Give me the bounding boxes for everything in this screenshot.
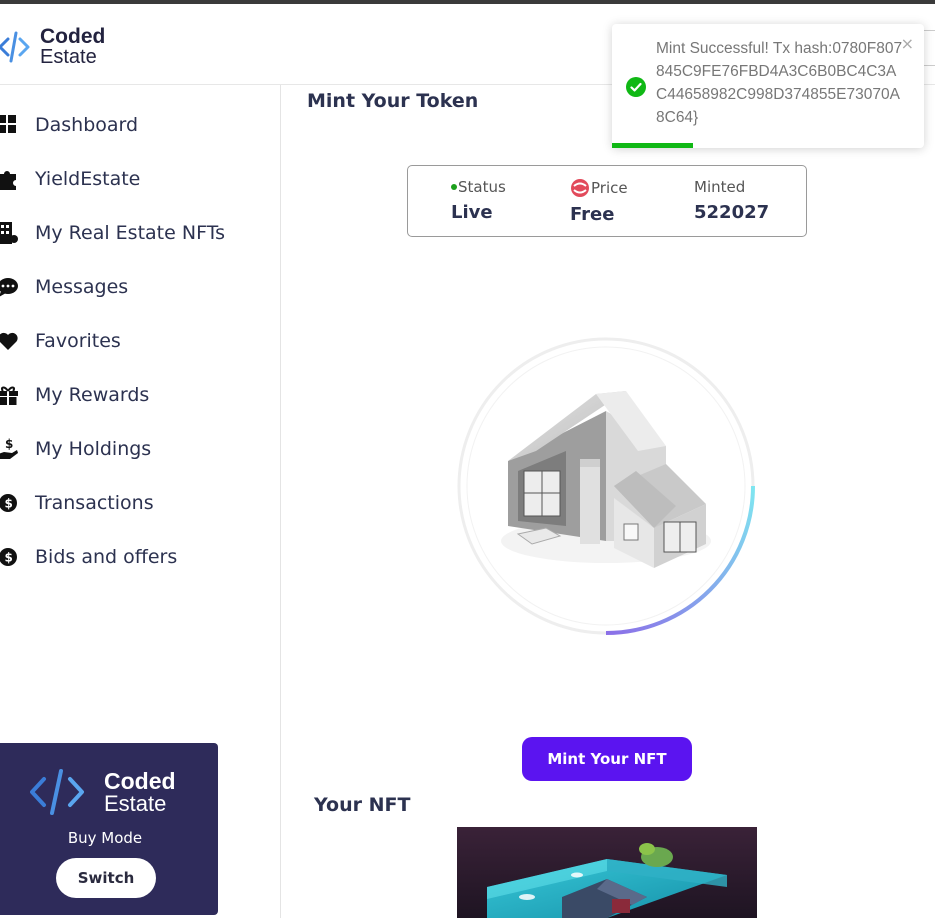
brand-logo[interactable]: Coded Estate [0,26,105,67]
dashboard-icon [0,113,18,137]
heart-icon [0,329,18,353]
price-stat: Price Free [570,178,628,225]
coin-icon: $ [0,491,18,515]
sidebar-item-label: My Rewards [35,384,150,406]
sidebar-item-yieldestate[interactable]: YieldEstate [0,159,140,199]
switch-mode-button[interactable]: Switch [56,858,156,898]
success-toast: Mint Successful! Tx hash:0780F807845C9FE… [612,24,924,148]
minted-value: 522027 [694,202,770,223]
mode-brand-line2: Estate [104,790,167,816]
sidebar-item-label: Transactions [35,492,154,514]
mint-stats-panel: Status Live Price Free Minted 522027 [407,165,807,237]
mode-card: Coded Estate Buy Mode Switch [0,743,218,915]
sidebar-item-messages[interactable]: Messages [0,267,128,307]
check-circle-icon [626,77,646,97]
sidebar-item-label: My Holdings [35,438,152,460]
sidebar-item-my-rewards[interactable]: My Rewards [0,375,149,415]
sidebar-item-favorites[interactable]: Favorites [0,321,121,361]
svg-text:$: $ [5,497,13,511]
sidebar-item-label: Favorites [35,330,121,352]
sidebar-item-label: YieldEstate [35,168,141,190]
toast-message: Mint Successful! Tx hash:0780F807845C9FE… [656,40,903,126]
sidebar-item-label: Messages [35,276,129,298]
brand-name-line1: Coded [40,25,106,48]
sidebar-item-label: My Real Estate NFTs [35,222,226,244]
sidebar-item-dashboard[interactable]: Dashboard [0,105,138,145]
mode-brand-line1: Coded [104,767,176,794]
mint-nft-button[interactable]: Mint Your NFT [522,737,692,781]
price-label: Price [591,179,628,197]
puzzle-icon [0,167,18,191]
price-token-icon [571,179,589,197]
status-stat: Status Live [451,178,506,223]
status-value: Live [451,202,493,223]
code-brackets-logo-icon [30,769,84,815]
mint-progress-ring [456,336,756,636]
mode-label: Buy Mode [67,829,143,847]
minted-label: Minted [694,178,746,196]
coin-icon: $ [0,545,18,569]
sidebar-item-label: Dashboard [35,114,139,136]
sidebar-item-bids-and-offers[interactable]: $ Bids and offers [0,537,177,577]
building-icon [0,221,18,245]
svg-text:$: $ [5,551,13,565]
close-icon[interactable]: × [901,34,914,53]
nft-image[interactable] [457,827,757,918]
sidebar-item-my-real-estate-nfts[interactable]: My Real Estate NFTs [0,213,225,253]
page-title: Mint Your Token [307,90,479,112]
sidebar-item-label: Bids and offers [35,546,178,568]
svg-text:$: $ [5,437,13,451]
price-value: Free [570,204,615,225]
your-nft-heading: Your NFT [314,794,411,816]
live-dot-icon [451,184,457,190]
toast-progress-bar [612,143,694,148]
sidebar-item-my-holdings[interactable]: $ My Holdings [0,429,151,469]
gift-icon [0,383,18,407]
hand-dollar-icon: $ [0,437,18,461]
status-label: Status [458,178,506,196]
code-brackets-logo-icon [0,31,30,62]
minted-stat: Minted 522027 [694,178,769,223]
chat-icon [0,275,18,299]
brand-name-line2: Estate [40,46,97,68]
mode-card-logo: Coded Estate [30,767,176,817]
sidebar-item-transactions[interactable]: $ Transactions [0,483,154,523]
